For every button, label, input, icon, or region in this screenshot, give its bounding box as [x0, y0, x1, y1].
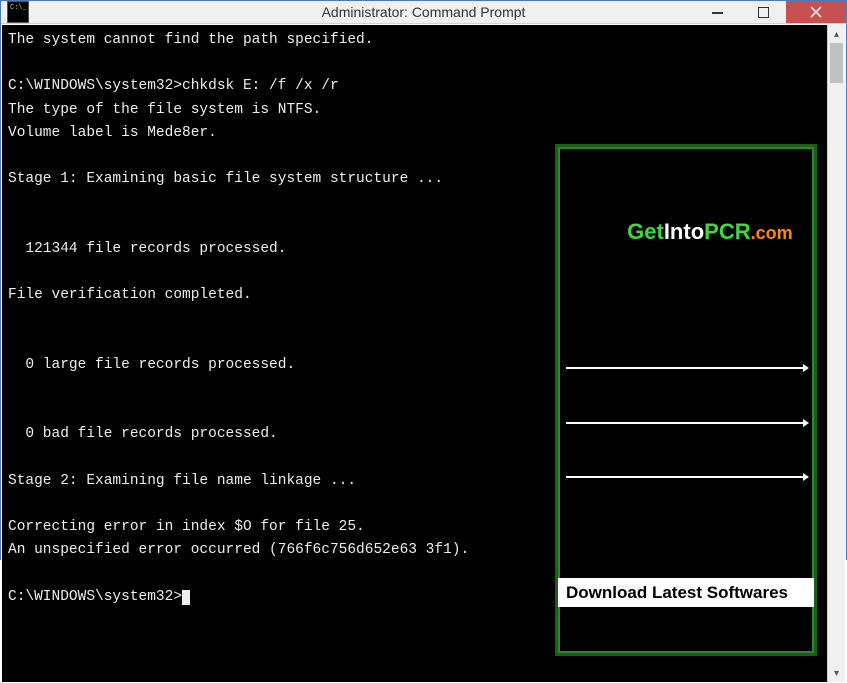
terminal-output[interactable]: The system cannot find the path specifie… [2, 25, 827, 682]
terminal-line [8, 52, 821, 75]
minimize-icon [712, 7, 723, 18]
window-controls [694, 1, 846, 23]
maximize-icon [758, 7, 769, 18]
close-icon [810, 6, 822, 18]
terminal-line: C:\WINDOWS\system32>chkdsk E: /f /x /r [8, 75, 821, 98]
watermark-com: .com [751, 223, 793, 243]
cursor [182, 590, 190, 605]
scroll-down-arrow-icon[interactable]: ▾ [828, 664, 845, 682]
watermark-arrow-line [566, 367, 806, 369]
scroll-up-arrow-icon[interactable]: ▴ [828, 25, 845, 43]
watermark-get: Get [627, 219, 664, 244]
terminal-area: The system cannot find the path specifie… [1, 24, 846, 683]
scroll-track[interactable] [828, 43, 845, 664]
watermark-badge: GetIntoPCR.com Download Latest Softwares [555, 144, 817, 656]
watermark-pcr: PCR [704, 219, 750, 244]
cmd-icon [7, 1, 29, 23]
vertical-scrollbar[interactable]: ▴ ▾ [827, 25, 845, 682]
minimize-button[interactable] [694, 1, 740, 23]
watermark-into: Into [664, 219, 704, 244]
maximize-button[interactable] [740, 1, 786, 23]
terminal-line: The system cannot find the path specifie… [8, 29, 821, 52]
watermark-brand: GetIntoPCR.com [558, 193, 814, 267]
app-window: Administrator: Command Prompt The system… [0, 0, 847, 560]
watermark-lines [558, 316, 814, 530]
terminal-line: Volume label is Mede8er. [8, 122, 821, 145]
watermark-arrow-line [566, 422, 806, 424]
close-button[interactable] [786, 1, 846, 23]
terminal-line: The type of the file system is NTFS. [8, 99, 821, 122]
scroll-thumb[interactable] [830, 43, 843, 83]
watermark-arrow-line [566, 476, 806, 478]
titlebar[interactable]: Administrator: Command Prompt [1, 1, 846, 24]
watermark-tagline: Download Latest Softwares [558, 578, 814, 607]
